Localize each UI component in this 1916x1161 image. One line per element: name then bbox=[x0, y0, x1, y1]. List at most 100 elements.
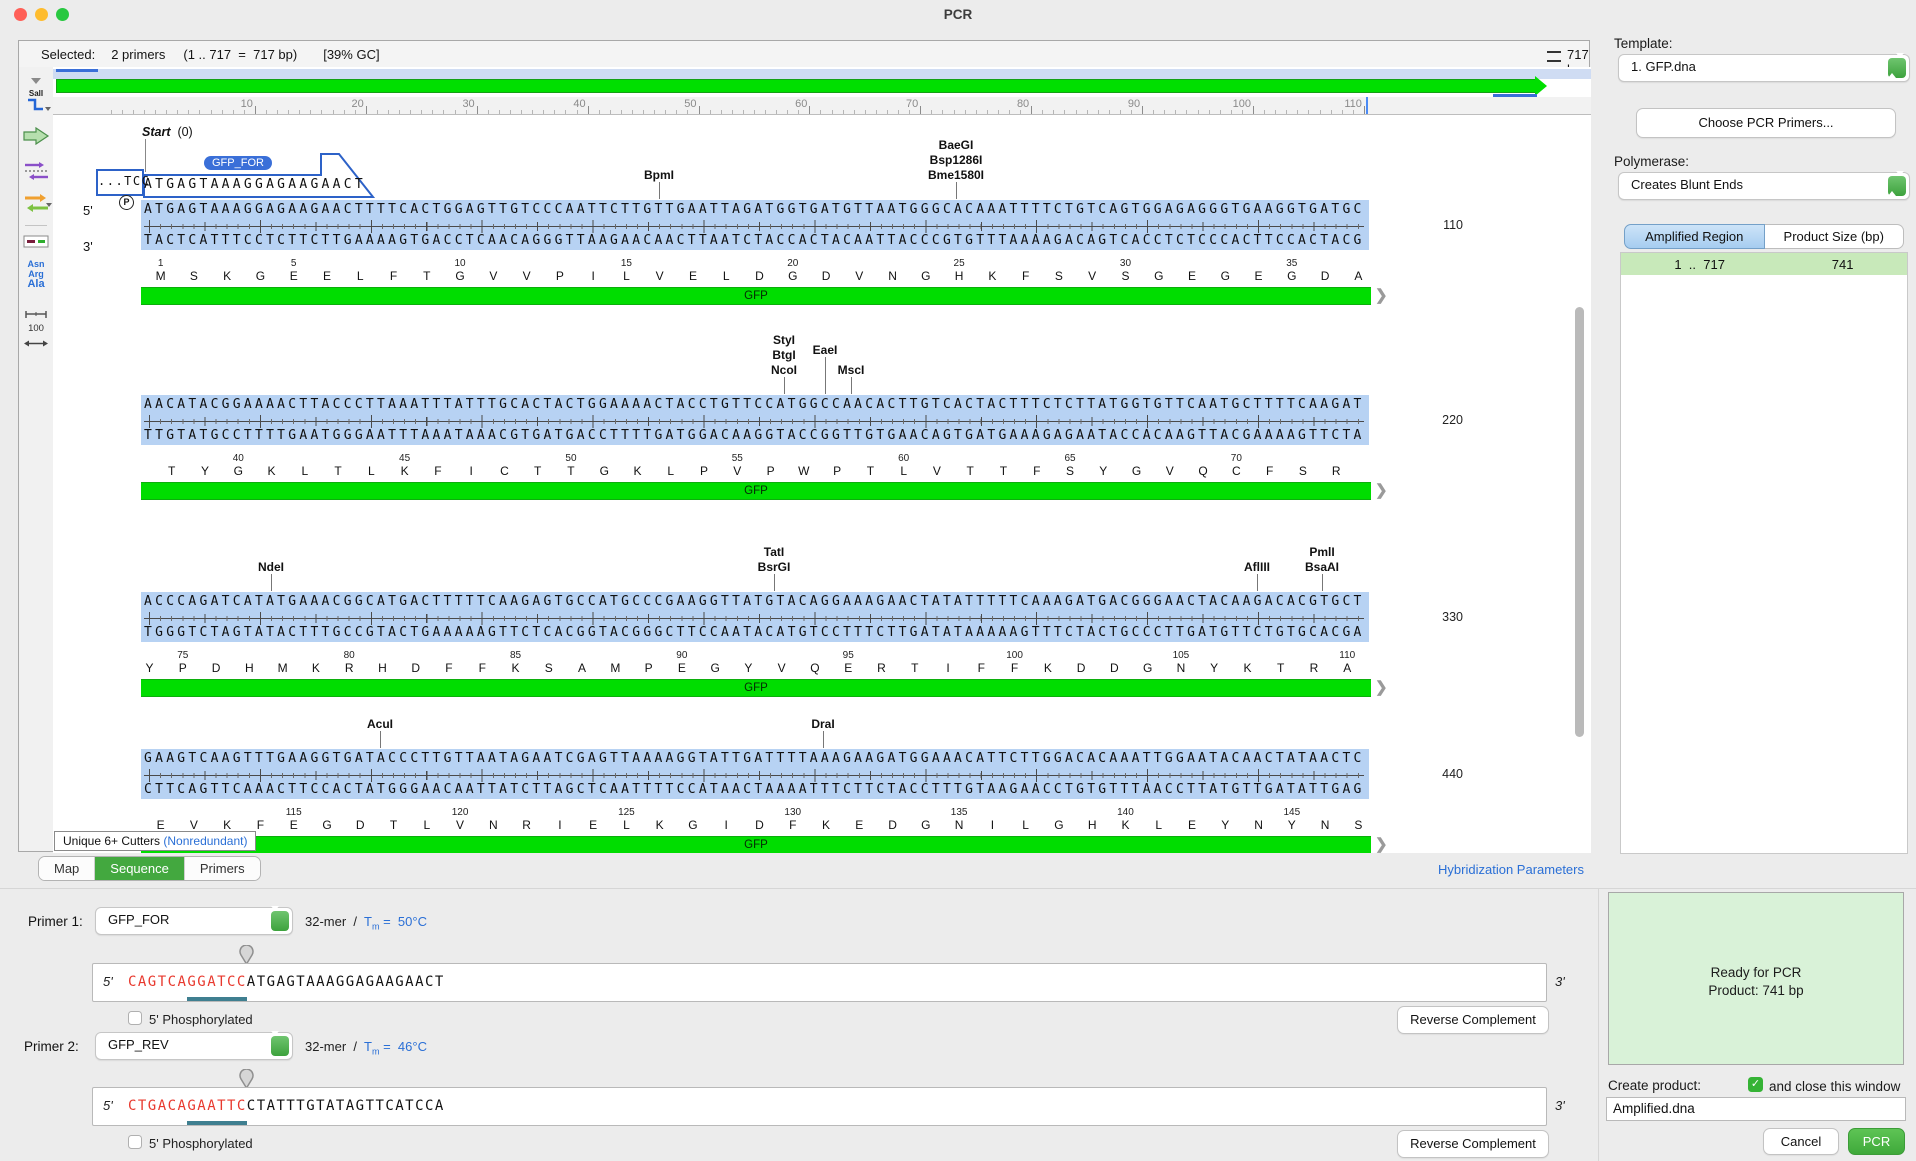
ruler-tick bbox=[188, 110, 189, 114]
product-filename-field[interactable]: Amplified.dna bbox=[1606, 1097, 1906, 1121]
ruler-tick bbox=[1242, 110, 1243, 114]
primer1-info: 32-mer / Tm = 50°C bbox=[305, 914, 427, 932]
orf-tool-icon[interactable] bbox=[22, 235, 50, 253]
enzyme-site-label[interactable]: Bme1580I bbox=[928, 168, 984, 182]
vertical-scrollbar[interactable] bbox=[1575, 307, 1584, 737]
collapse-toolbar-icon[interactable] bbox=[22, 71, 50, 89]
polymerase-label: Polymerase: bbox=[1614, 154, 1689, 169]
primer1-junction-marker-icon[interactable] bbox=[238, 945, 255, 965]
close-window-checkbox[interactable]: ✓ bbox=[1748, 1077, 1763, 1092]
aa-letter: Y bbox=[1099, 464, 1107, 478]
pcr-button[interactable]: PCR bbox=[1848, 1128, 1905, 1155]
tab-map[interactable]: Map bbox=[39, 857, 94, 880]
primer2-junction-marker-icon[interactable] bbox=[238, 1069, 255, 1089]
forward-primer-label[interactable]: GFP_FOR bbox=[204, 156, 272, 170]
enzyme-site-label[interactable]: BsaAI bbox=[1305, 560, 1339, 574]
expand-width-icon[interactable] bbox=[22, 335, 50, 353]
feature-bar-gfp[interactable]: GFP bbox=[141, 482, 1371, 500]
tab-sequence[interactable]: Sequence bbox=[94, 857, 184, 880]
top-strand[interactable]: ACCCAGATCATATGAAACGGCATGACTTTTTCAAGAGTGC… bbox=[144, 594, 1365, 609]
aa-letter: Q bbox=[810, 661, 819, 675]
cancel-button[interactable]: Cancel bbox=[1763, 1128, 1839, 1155]
ruler-tick bbox=[377, 110, 378, 114]
choose-pcr-primers-button[interactable]: Choose PCR Primers... bbox=[1636, 108, 1896, 138]
ruler-tick bbox=[177, 110, 178, 114]
tab-primers[interactable]: Primers bbox=[184, 857, 260, 880]
hybridization-parameters-link[interactable]: Hybridization Parameters bbox=[1424, 862, 1584, 877]
primer-menu-chevron-icon[interactable] bbox=[46, 203, 52, 207]
enzyme-site-label[interactable]: NcoI bbox=[771, 363, 797, 377]
overview-forward-primer-mark[interactable] bbox=[56, 69, 98, 72]
enzyme-menu-chevron-icon[interactable] bbox=[45, 107, 51, 111]
primer2-phosphorylated-checkbox[interactable] bbox=[128, 1135, 142, 1149]
primer1-reverse-complement-button[interactable]: Reverse Complement bbox=[1397, 1006, 1549, 1034]
ruler-tick bbox=[1253, 106, 1254, 114]
enzyme-site-label[interactable]: NdeI bbox=[258, 560, 284, 574]
primers-tool-icon[interactable] bbox=[22, 161, 50, 186]
aa-letter: L bbox=[623, 818, 630, 832]
primer2-sequence-box[interactable]: 5' CTGACAGAATTCCTATTTGTATAGTTCATCCA bbox=[92, 1087, 1547, 1126]
aa-number: 130 bbox=[784, 807, 801, 818]
enzyme-site-label[interactable]: StyI bbox=[773, 333, 795, 347]
feature-bar-gfp[interactable]: GFP bbox=[141, 287, 1371, 305]
ruler-tick bbox=[1175, 110, 1176, 114]
ruler-tick bbox=[577, 110, 578, 114]
overview-strip[interactable] bbox=[53, 69, 1591, 79]
amplified-region-row[interactable]: 1 .. 717 741 bbox=[1621, 253, 1907, 275]
ruler-tick bbox=[1364, 106, 1365, 114]
ruler-tick bbox=[987, 110, 988, 114]
enzymes-tool-icon[interactable]: SalI bbox=[22, 89, 50, 118]
aa-number: 120 bbox=[452, 807, 469, 818]
sequence-viewport[interactable]: Start (0) ...TCC GFP_FOR ATGAGTAAAGGAGAA… bbox=[53, 115, 1591, 853]
feature-continuation-icon: ❯ bbox=[1375, 835, 1388, 853]
ruler-tick bbox=[122, 110, 123, 114]
ruler-tick bbox=[898, 110, 899, 114]
aa-number: 15 bbox=[621, 258, 632, 269]
bottom-strand[interactable]: TTGTATGCCTTTTGAATGGGAATTTAAATAAACGTGATGA… bbox=[144, 428, 1365, 443]
ruler-tick bbox=[111, 110, 112, 114]
top-strand[interactable]: AACATACGGAAAACTTACCCTTAAATTTATTTGCACTACT… bbox=[144, 397, 1365, 412]
pcr-dialog: PCR Selected:2 primers(1 .. 717 = 717 bp… bbox=[0, 0, 1916, 1161]
enzyme-site-label[interactable]: BaeGI bbox=[939, 138, 974, 152]
enzyme-site-label[interactable]: Bsp1286I bbox=[930, 153, 983, 167]
aa-letter: T bbox=[423, 269, 430, 283]
primer1-phosphorylated-checkbox[interactable] bbox=[128, 1011, 142, 1025]
stepper-icon bbox=[1888, 176, 1906, 196]
primer2-name-select[interactable]: GFP_REV bbox=[95, 1032, 293, 1060]
bottom-strand[interactable]: TACTCATTTCCTCTTCTTGAAAAGTGACCTCAACAGGGTT… bbox=[144, 233, 1365, 248]
create-product-label: Create product: bbox=[1608, 1078, 1701, 1093]
enzyme-site-label[interactable]: BpmI bbox=[644, 168, 674, 182]
template-select[interactable]: 1. GFP.dna bbox=[1618, 54, 1910, 82]
primer1-name-select[interactable]: GFP_FOR bbox=[95, 907, 293, 935]
bottom-strand[interactable]: TGGGTCTAGTATACTTTGCCGTACTGAAAAAGTTCTCACG… bbox=[144, 625, 1365, 640]
primer2-reverse-complement-button[interactable]: Reverse Complement bbox=[1397, 1130, 1549, 1158]
features-tool-icon[interactable] bbox=[22, 127, 50, 150]
enzyme-site-label[interactable]: AflIII bbox=[1244, 560, 1270, 574]
ruler-tool-icon[interactable]: 100 bbox=[22, 305, 50, 334]
tab-amplified-region[interactable]: Amplified Region bbox=[1624, 224, 1765, 249]
aa-letter: I bbox=[725, 818, 728, 832]
enzyme-site-label[interactable]: AcuI bbox=[367, 717, 393, 731]
top-strand[interactable]: GAAGTCAAGTTTGAAGGTGATACCCTTGTTAATAGAATCG… bbox=[144, 751, 1365, 766]
aa-letter: K bbox=[656, 818, 664, 832]
enzyme-site-label[interactable]: EaeI bbox=[813, 343, 838, 357]
enzyme-site-label[interactable]: DraI bbox=[811, 717, 834, 731]
overview-product-bar[interactable] bbox=[56, 79, 1536, 93]
bottom-strand[interactable]: CTTCAGTTCAAACTTCCACTATGGGAACAATTATCTTAGC… bbox=[144, 782, 1365, 797]
enzyme-site-label[interactable]: BsrGI bbox=[758, 560, 791, 574]
tab-product-size[interactable]: Product Size (bp) bbox=[1765, 224, 1905, 249]
top-strand[interactable]: ATGAGTAAAGGAGAAGAACTTTTCACTGGAGTTGTCCCAA… bbox=[144, 202, 1365, 217]
translation-tool-icon[interactable]: Asn Arg Ala bbox=[22, 259, 50, 289]
polymerase-select[interactable]: Creates Blunt Ends bbox=[1618, 172, 1910, 200]
primer1-sequence-box[interactable]: 5' CAGTCAGGATCCATGAGTAAAGGAGAAGAACT bbox=[92, 963, 1547, 1002]
enzyme-site-label[interactable]: BtgI bbox=[772, 348, 795, 362]
enzyme-site-label[interactable]: PmlI bbox=[1309, 545, 1334, 559]
cutters-overlay[interactable]: Unique 6+ Cutters (Nonredundant) bbox=[54, 831, 256, 851]
enzyme-site-label[interactable]: MscI bbox=[838, 363, 865, 377]
feature-bar-gfp[interactable]: GFP bbox=[141, 679, 1371, 697]
ruler-tick bbox=[699, 106, 700, 114]
feature-bar-gfp[interactable]: GFP bbox=[141, 836, 1371, 853]
enzyme-site-label[interactable]: TatI bbox=[764, 545, 784, 559]
selected-range: (1 .. 717 = 717 bp) bbox=[183, 47, 297, 62]
aa-letter: C bbox=[1232, 464, 1241, 478]
